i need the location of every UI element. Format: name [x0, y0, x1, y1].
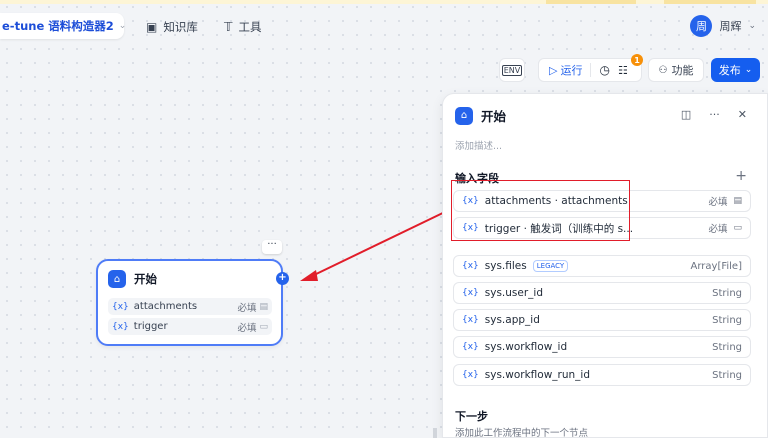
system-field-workflow-id[interactable]: {x} sys.workflow_id String — [453, 336, 751, 358]
add-field-icon[interactable]: + — [735, 168, 747, 184]
field-type: String — [712, 341, 742, 353]
field-name: sys.app_id — [484, 314, 540, 326]
file-type-icon: ▤ — [733, 196, 742, 206]
field-type: String — [712, 314, 742, 326]
panel-title[interactable]: 开始 — [481, 106, 506, 125]
description-input[interactable]: 添加描述... — [455, 138, 502, 152]
more-icon[interactable]: ··· — [709, 108, 720, 121]
required-label: 必填 — [708, 197, 728, 208]
close-icon[interactable]: ✕ — [738, 108, 747, 121]
system-field-user-id[interactable]: {x} sys.user_id String — [453, 282, 751, 304]
variable-icon: {x} — [462, 261, 479, 271]
variable-icon: {x} — [462, 315, 479, 325]
system-field-files[interactable]: {x} sys.files LEGACY Array[File] — [453, 255, 751, 277]
home-icon: ⌂ — [455, 106, 473, 125]
field-name: sys.workflow_run_id — [484, 369, 591, 381]
system-field-app-id[interactable]: {x} sys.app_id String — [453, 309, 751, 331]
field-name: sys.files — [484, 260, 527, 272]
field-type: String — [712, 287, 742, 299]
field-name: sys.workflow_id — [484, 341, 568, 353]
next-step-description: 添加此工作流程中的下一个节点 — [455, 428, 589, 438]
text-type-icon: ▭ — [733, 223, 742, 233]
variable-icon: {x} — [462, 288, 479, 298]
book-icon[interactable]: ◫ — [681, 108, 691, 121]
next-step-heading: 下一步 — [455, 410, 488, 423]
node-config-panel: ⌂ 开始 ◫ ··· ✕ 添加描述... 输入字段 + {x} attachme… — [442, 93, 768, 438]
legacy-badge: LEGACY — [532, 260, 569, 272]
system-field-workflow-run-id[interactable]: {x} sys.workflow_run_id String — [453, 364, 751, 386]
required-label: 必填 — [708, 224, 728, 235]
field-type: Array[File] — [690, 260, 742, 272]
scrollbar[interactable] — [433, 428, 437, 438]
variable-icon: {x} — [462, 370, 479, 380]
field-type: String — [712, 369, 742, 381]
field-name: sys.user_id — [484, 287, 544, 299]
variable-icon: {x} — [462, 342, 479, 352]
annotation-highlight-box — [451, 180, 630, 241]
